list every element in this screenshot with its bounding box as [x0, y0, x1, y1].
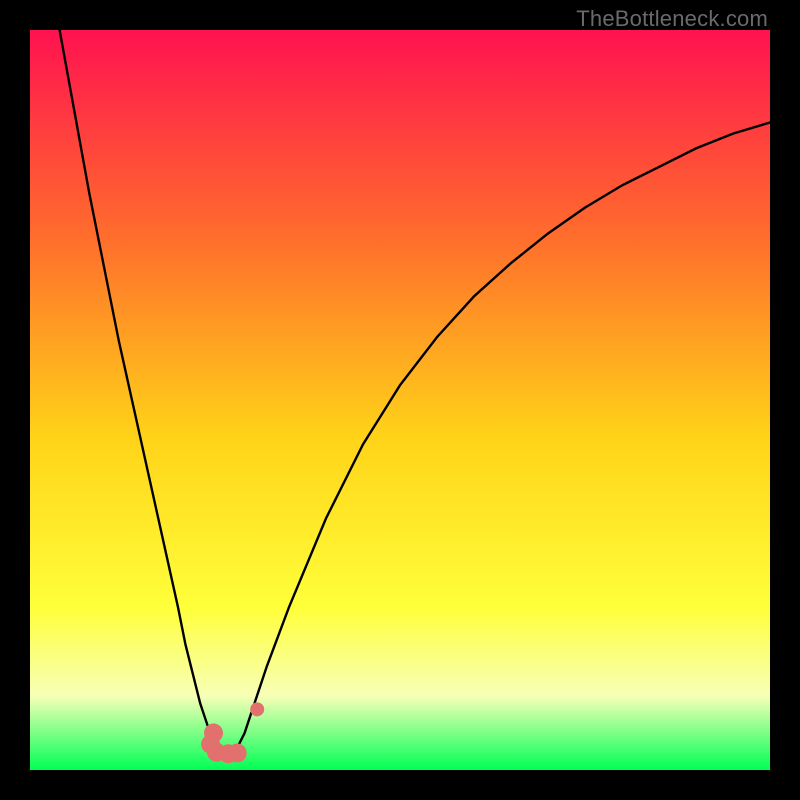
L-marker-5 — [228, 743, 247, 762]
watermark-text: TheBottleneck.com — [576, 6, 768, 32]
dot-marker — [250, 702, 264, 716]
chart-svg — [30, 30, 770, 770]
plot-area — [30, 30, 770, 770]
outer-frame: TheBottleneck.com — [0, 0, 800, 800]
gradient-background — [30, 30, 770, 770]
